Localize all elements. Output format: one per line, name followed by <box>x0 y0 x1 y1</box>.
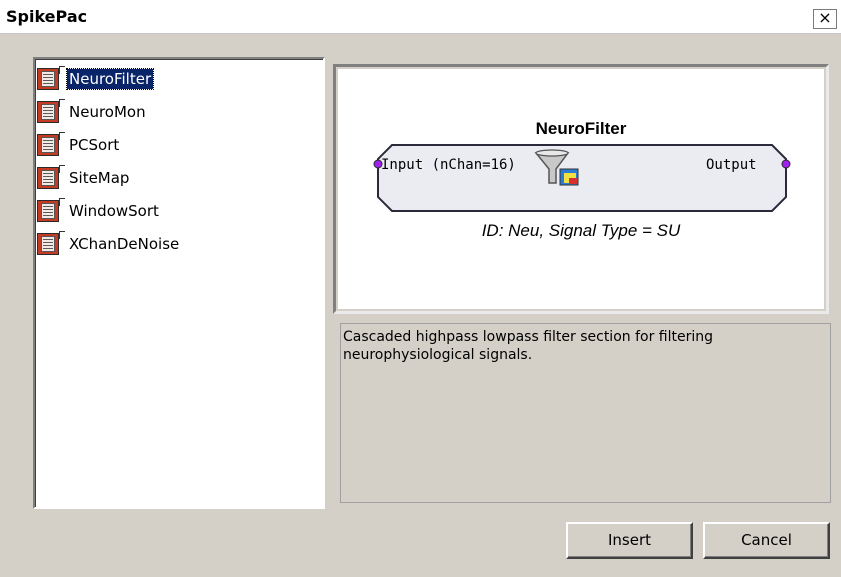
close-button[interactable]: × <box>813 9 837 29</box>
window-title: SpikePac <box>6 7 88 26</box>
title-bar: SpikePac × <box>0 0 841 34</box>
list-item[interactable]: WindowSort <box>37 196 161 226</box>
output-port-label: Output <box>706 157 757 173</box>
block-icon <box>37 99 65 125</box>
list-item[interactable]: NeuroMon <box>37 97 148 127</box>
input-port-label: Input (nChan=16) <box>381 157 516 173</box>
list-item[interactable]: XChanDeNoise <box>37 229 181 259</box>
block-icon <box>37 132 65 158</box>
list-item-label: NeuroMon <box>69 103 146 121</box>
block-id-line: ID: Neu, Signal Type = SU <box>481 221 681 240</box>
list-item-label: NeuroFilter <box>65 68 155 90</box>
output-port <box>781 159 791 169</box>
cancel-button[interactable]: Cancel <box>703 522 830 559</box>
insert-button[interactable]: Insert <box>566 522 693 559</box>
block-icon <box>37 66 65 92</box>
block-shape <box>373 144 791 212</box>
block-list[interactable]: NeuroFilter NeuroMon PCSort SiteMap Wind… <box>33 57 325 509</box>
list-item[interactable]: PCSort <box>37 130 121 160</box>
list-item-label: WindowSort <box>69 202 159 220</box>
description-box: Cascaded highpass lowpass filter section… <box>340 323 831 503</box>
list-item-label: PCSort <box>69 136 120 154</box>
list-item-label: SiteMap <box>69 169 130 187</box>
block-icon <box>37 231 65 257</box>
list-item[interactable]: NeuroFilter <box>37 64 155 94</box>
list-item[interactable]: SiteMap <box>37 163 131 193</box>
block-icon <box>37 165 65 191</box>
preview-title: NeuroFilter <box>535 119 627 138</box>
block-icon <box>37 198 65 224</box>
list-item-label: XChanDeNoise <box>69 235 180 253</box>
block-preview: NeuroFilter Input (nChan=16) Output ID: … <box>333 64 829 314</box>
